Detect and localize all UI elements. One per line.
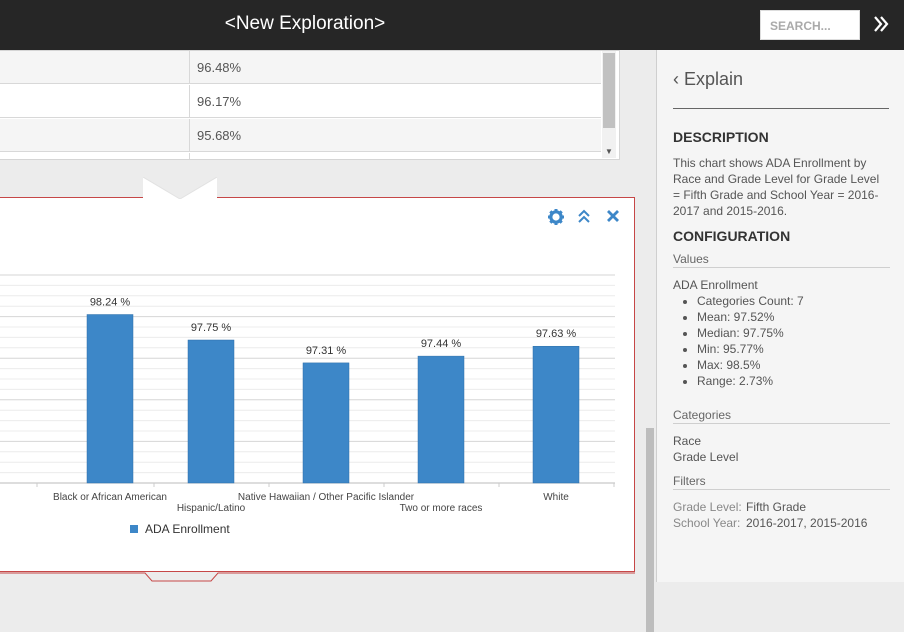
description-text: This chart shows ADA Enrollment by Race … (673, 156, 880, 218)
chevron-left-icon[interactable]: ‹ (673, 69, 679, 89)
filter-row: Grade Level: Fifth Grade (673, 500, 806, 514)
bar-chart: 98.24 % 97.75 % 97.31 % 97.44 % 97.63 % Blac… (0, 274, 615, 536)
data-label: 97.75 % (191, 322, 232, 334)
list-item: Range: 2.73% (697, 373, 804, 389)
search-input[interactable]: SEARCH... (760, 10, 860, 40)
list-item: Median: 97.75% (697, 325, 804, 341)
table-scrollbar[interactable]: ▼ (602, 51, 616, 158)
scrollbar-thumb[interactable] (603, 53, 615, 128)
table-row[interactable]: 96.48% (0, 51, 601, 84)
table-cell-value: 95.68% (197, 128, 242, 143)
bar (532, 345, 580, 484)
table-row[interactable] (0, 153, 601, 159)
next-panel-pointer (0, 572, 635, 582)
top-bar: <New Exploration> SEARCH... (0, 0, 904, 50)
table-cell-value: 96.17% (197, 94, 242, 109)
x-tick-label: Two or more races (400, 503, 483, 514)
category-item: Race (673, 434, 702, 448)
double-chevron-right-icon[interactable] (872, 12, 890, 41)
bar (187, 339, 235, 484)
description-heading: DESCRIPTION (673, 129, 769, 145)
x-tick-label: Native Hawaiian / Other Pacific Islander (238, 492, 415, 503)
filter-value: 2016-2017, 2015-2016 (746, 516, 868, 530)
data-label: 98.24 % (90, 297, 131, 309)
exploration-title[interactable]: <New Exploration> (0, 13, 610, 35)
list-item: Mean: 97.52% (697, 309, 804, 325)
data-label: 97.31 % (306, 345, 347, 357)
list-item: Categories Count: 7 (697, 293, 804, 309)
category-item: Grade Level (673, 450, 739, 464)
chart-panel: 98.24 % 97.75 % 97.31 % 97.44 % 97.63 % Blac… (0, 197, 635, 572)
data-label: 97.44 % (421, 338, 462, 350)
filter-key: School Year: (673, 516, 741, 530)
stats-list: Categories Count: 7 Mean: 97.52% Median:… (681, 293, 804, 389)
workspace: 96.48% 96.17% 95.68% ▼ 98.24 % 97.75 % 9… (0, 50, 656, 632)
data-label: 97.63 % (536, 328, 577, 340)
bar (302, 362, 350, 484)
x-tick-label: Hispanic/Latino (177, 503, 246, 514)
value-name: ADA Enrollment (673, 278, 758, 292)
bar (86, 314, 134, 484)
values-label: Values (673, 252, 890, 268)
divider (673, 108, 889, 109)
x-tick-label: Black or African American (53, 492, 167, 503)
filter-key: Grade Level: (673, 500, 742, 514)
filter-row: School Year: 2016-2017, 2015-2016 (673, 516, 867, 530)
categories-label: Categories (673, 408, 890, 424)
explain-panel: ‹ Explain DESCRIPTION This chart shows A… (656, 50, 904, 582)
explain-title: Explain (684, 69, 744, 89)
workspace-scrollbar[interactable] (646, 428, 654, 632)
list-item: Min: 95.77% (697, 341, 804, 357)
filter-value: Fifth Grade (746, 500, 807, 514)
table-cell-value: 96.48% (197, 60, 242, 75)
legend-label: ADA Enrollment (145, 522, 230, 536)
data-table: 96.48% 96.17% 95.68% ▼ (0, 50, 620, 160)
scroll-down-icon[interactable]: ▼ (605, 147, 613, 156)
bar (417, 355, 465, 484)
table-row[interactable]: 96.17% (0, 85, 601, 118)
table-row[interactable]: 95.68% (0, 119, 601, 152)
list-item: Max: 98.5% (697, 357, 804, 373)
panel-pointer (143, 177, 217, 199)
filters-label: Filters (673, 474, 890, 490)
legend-swatch (130, 525, 138, 533)
x-tick-label: White (543, 492, 569, 503)
explain-header[interactable]: ‹ Explain (673, 69, 743, 90)
configuration-heading: CONFIGURATION (673, 228, 791, 244)
